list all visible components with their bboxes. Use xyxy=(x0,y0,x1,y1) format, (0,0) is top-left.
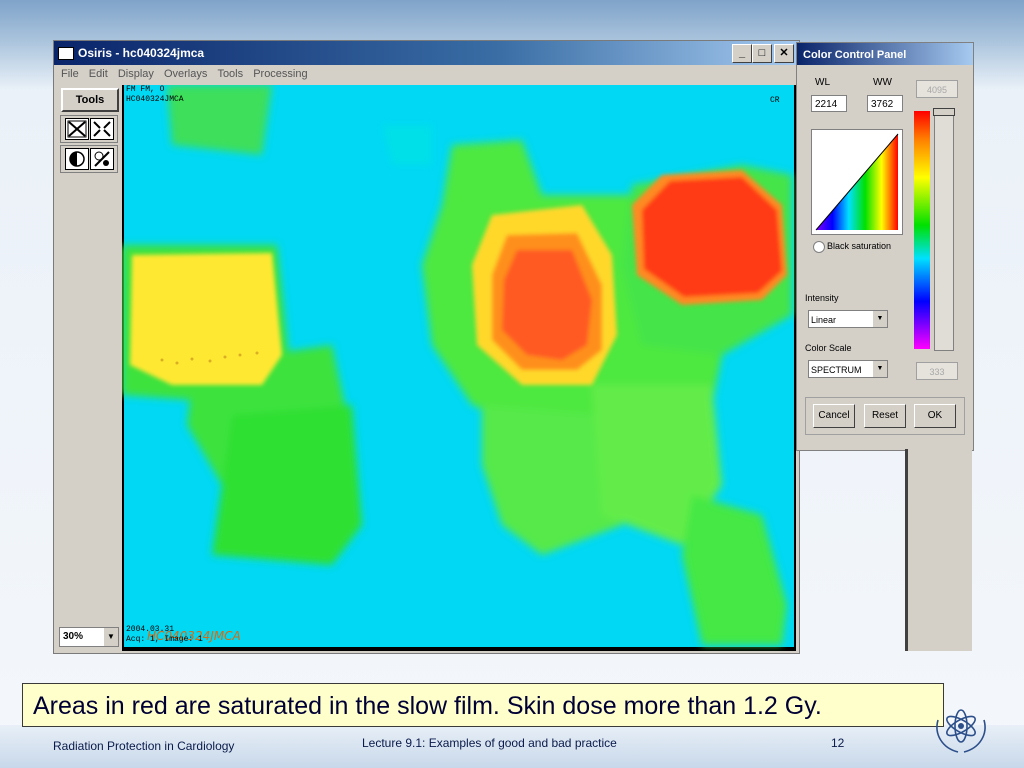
cancel-button[interactable]: Cancel xyxy=(813,404,855,428)
menu-tools[interactable]: Tools xyxy=(217,68,243,80)
intensity-value: Linear xyxy=(811,315,837,325)
black-saturation-radio[interactable] xyxy=(813,241,825,253)
footer-course: Radiation Protection in Cardiology xyxy=(53,739,235,753)
menu-file[interactable]: File xyxy=(61,68,79,80)
tool-panel: Tools 30% ▼ xyxy=(56,85,120,651)
ok-button[interactable]: OK xyxy=(914,404,956,428)
zoom-tools-row xyxy=(60,115,118,143)
maximize-button[interactable]: □ xyxy=(752,44,772,63)
color-scale-bar xyxy=(914,111,930,349)
ww-input[interactable]: 3762 xyxy=(867,95,903,112)
button-group: Cancel Reset OK xyxy=(805,397,965,435)
footer-lecture: Lecture 9.1: Examples of good and bad pr… xyxy=(362,736,617,750)
color-slider-track[interactable] xyxy=(933,108,955,351)
background-window-edge xyxy=(905,449,908,651)
contrast-tools-row xyxy=(60,145,118,173)
close-button[interactable]: ✕ xyxy=(774,44,794,63)
max-value-field: 4095 xyxy=(916,80,958,98)
menu-processing[interactable]: Processing xyxy=(253,68,307,80)
tools-button[interactable]: Tools xyxy=(61,88,119,112)
window-icon xyxy=(58,47,74,60)
wl-label: WL xyxy=(815,77,830,88)
color-panel-title: Color Control Panel xyxy=(797,43,973,65)
invert-icon[interactable] xyxy=(90,148,114,170)
window-title: Osiris - hc040324jmca xyxy=(78,46,205,60)
intensity-label: Intensity xyxy=(805,293,839,303)
zoom-icon[interactable] xyxy=(90,118,114,140)
dose-map-image: HC040324JMCA xyxy=(122,85,794,647)
osiris-window: Osiris - hc040324jmca _ □ ✕ File Edit Di… xyxy=(53,40,800,654)
black-saturation-label: Black saturation xyxy=(827,241,892,251)
background-window xyxy=(905,449,972,651)
reset-button[interactable]: Reset xyxy=(864,404,906,428)
overlay-date: 2004.03.31 xyxy=(126,625,175,634)
zoom-value: 30% xyxy=(63,631,84,642)
overlay-modality: CR xyxy=(770,96,780,105)
window-titlebar: Osiris - hc040324jmca _ □ ✕ xyxy=(54,41,799,65)
menu-bar: File Edit Display Overlays Tools Process… xyxy=(54,65,799,84)
intensity-select[interactable]: Linear ▼ xyxy=(808,310,888,328)
color-scale-select[interactable]: SPECTRUM ▼ xyxy=(808,360,888,378)
color-control-panel: Color Control Panel WL WW 2214 3762 Blac… xyxy=(796,42,974,451)
chevron-down-icon: ▼ xyxy=(873,361,887,377)
image-viewer[interactable]: HC040324JMCA FM FM, O HC040324JMCA CR 20… xyxy=(122,85,796,651)
overlay-acquisition: Acq: 1, Image: 1 xyxy=(126,635,203,644)
color-slider-handle[interactable] xyxy=(933,108,955,116)
fit-icon[interactable] xyxy=(65,118,89,140)
color-scale-value: SPECTRUM xyxy=(811,365,862,375)
overlay-study-id: HC040324JMCA xyxy=(126,95,184,104)
menu-display[interactable]: Display xyxy=(118,68,154,80)
minimize-button[interactable]: _ xyxy=(732,44,752,63)
color-curve-preview xyxy=(811,129,903,235)
iaea-logo-icon xyxy=(936,709,986,753)
menu-edit[interactable]: Edit xyxy=(89,68,108,80)
wl-input[interactable]: 2214 xyxy=(811,95,847,112)
chevron-down-icon: ▼ xyxy=(873,311,887,327)
ww-label: WW xyxy=(873,77,892,88)
min-value-field: 333 xyxy=(916,362,958,380)
color-scale-label: Color Scale xyxy=(805,343,852,353)
page-number: 12 xyxy=(831,736,845,750)
chevron-down-icon: ▼ xyxy=(104,628,118,646)
contrast-icon[interactable] xyxy=(65,148,89,170)
slide-caption: Areas in red are saturated in the slow f… xyxy=(22,683,944,727)
menu-overlays[interactable]: Overlays xyxy=(164,68,207,80)
zoom-select[interactable]: 30% ▼ xyxy=(59,627,119,647)
overlay-patient: FM FM, O xyxy=(126,85,165,94)
